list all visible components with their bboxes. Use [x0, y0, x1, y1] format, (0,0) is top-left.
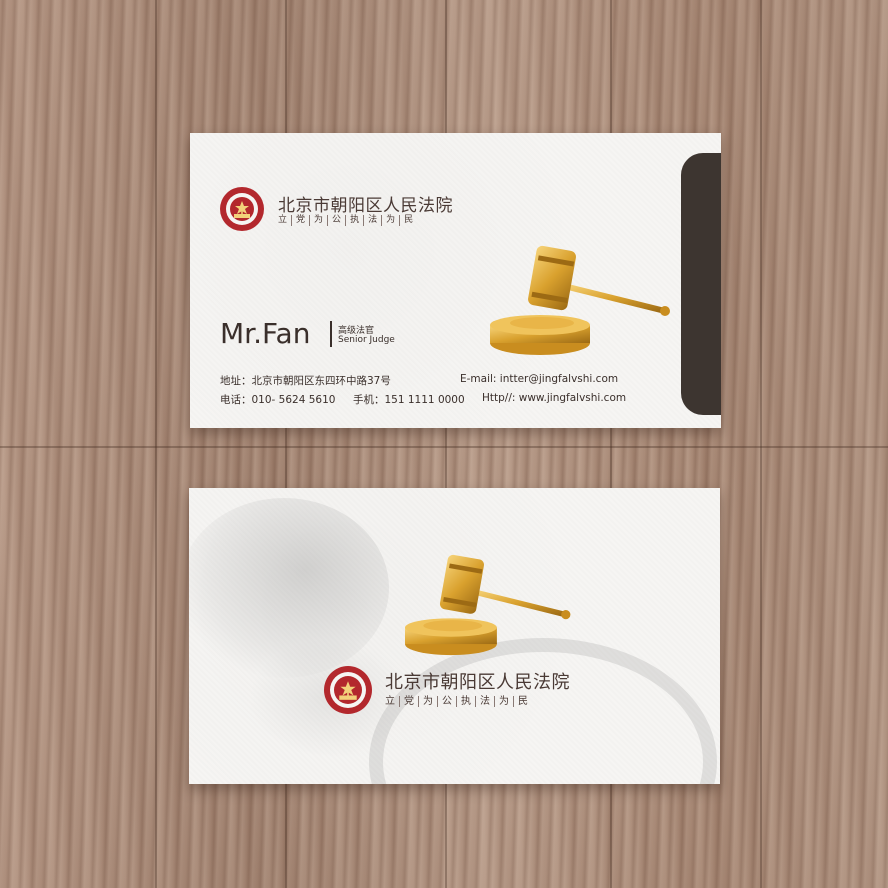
motto-char: 法 — [364, 215, 383, 226]
motto-char: 公 — [438, 696, 457, 707]
motto-char: 为 — [310, 215, 329, 226]
motto-char: 党 — [292, 215, 311, 226]
gavel-icon — [490, 245, 670, 355]
dark-side-tab — [681, 153, 721, 415]
job-title-en: Senior Judge — [338, 335, 395, 345]
name-separator — [330, 321, 332, 347]
court-motto: 立 党 为 公 执 法 为 民 — [381, 696, 532, 707]
motto-char: 执 — [457, 696, 476, 707]
court-motto: 立 党 为 公 执 法 为 民 — [274, 215, 417, 226]
court-name: 北京市朝阳区人民法院 — [385, 672, 570, 693]
motto-char: 民 — [404, 215, 414, 225]
court-name: 北京市朝阳区人民法院 — [278, 196, 453, 216]
motto-char: 为 — [495, 696, 514, 707]
motto-char: 立 — [381, 696, 400, 707]
court-emblem-icon — [220, 187, 264, 231]
wood-plank-seam — [760, 0, 762, 888]
court-emblem-icon — [324, 666, 372, 714]
wood-plank-seam — [155, 0, 157, 888]
email-text: E-mail: intter@jingfalvshi.com — [460, 373, 619, 385]
motto-char: 为 — [419, 696, 438, 707]
gavel-icon — [405, 554, 571, 656]
motto-char: 党 — [400, 696, 419, 707]
motto-char: 公 — [328, 215, 347, 226]
website-text: Http//: www.jingfalvshi.com — [482, 392, 627, 404]
person-name: Mr.Fan — [220, 317, 311, 350]
business-card-back: 北京市朝阳区人民法院 立 党 为 公 执 法 为 民 — [189, 488, 720, 784]
motto-char: 民 — [518, 696, 528, 707]
address-text: 地址：北京市朝阳区东四环中路37号 — [220, 375, 391, 387]
business-card-front: 北京市朝阳区人民法院 立 党 为 公 执 法 为 民 Mr.Fan 高级法官 S… — [190, 133, 721, 428]
motto-char: 立 — [274, 215, 293, 226]
phone-text: 电话：010- 5624 5610 — [220, 394, 336, 406]
motto-char: 为 — [382, 215, 401, 226]
motto-char: 执 — [346, 215, 365, 226]
wood-horizontal-seam — [0, 446, 888, 448]
mobile-text: 手机：151 1111 0000 — [353, 394, 465, 406]
motto-char: 法 — [476, 696, 495, 707]
